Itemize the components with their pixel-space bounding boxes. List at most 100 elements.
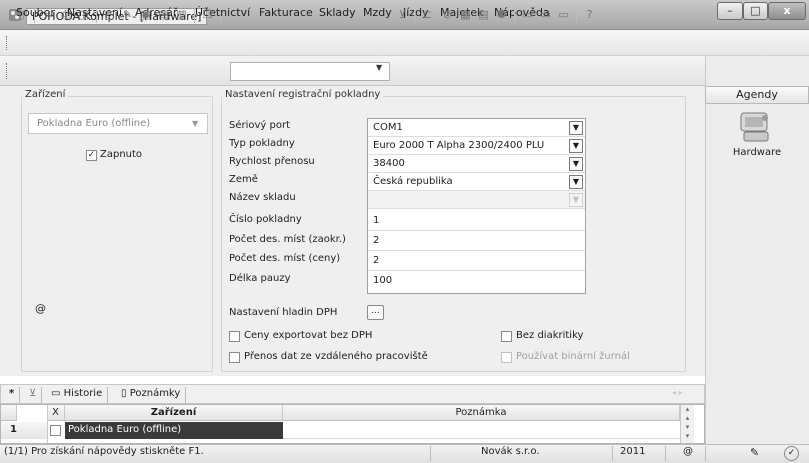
quick-search-input[interactable] <box>230 62 390 81</box>
historie-icon: ▭ <box>51 388 64 399</box>
status-divider <box>430 446 431 461</box>
menu-fakturace[interactable]: Fakturace <box>259 6 313 22</box>
toolbar-separator <box>414 8 415 23</box>
header-poznamka[interactable]: Poznámka <box>283 405 680 421</box>
export-no-vat-checkbox[interactable] <box>229 331 240 342</box>
link-icon[interactable]: ⊘ <box>440 8 455 22</box>
settings-legend: Nastavení registrační pokladny <box>222 89 384 100</box>
print-icon[interactable]: ⎙ <box>58 8 73 22</box>
field-value-nazev-skladu[interactable] <box>368 191 585 209</box>
zarizeni-legend: Zařízení <box>22 89 69 100</box>
pen-icon[interactable]: ✎ <box>750 446 759 459</box>
tab-poznamky-label: Poznámky <box>129 388 181 399</box>
field-value-delka-pauzy[interactable]: 100 <box>368 271 585 291</box>
remote-transfer-checkbox[interactable] <box>229 352 240 363</box>
no-diacritics-label: Bez diakritiky <box>516 330 584 341</box>
header-zarizeni[interactable]: Zařízení <box>65 405 283 421</box>
status-year: 2011 <box>620 446 646 457</box>
calendar-icon[interactable]: ▦ <box>458 8 473 22</box>
tab-star[interactable]: * <box>4 387 21 403</box>
users-icon[interactable]: ⚉ <box>494 8 509 22</box>
binary-journal-checkbox[interactable] <box>501 352 512 363</box>
field-value-seriovy-port[interactable]: COM1 <box>368 119 585 137</box>
zapnuto-label: Zapnuto <box>100 149 143 160</box>
vat-levels-button[interactable]: ... <box>367 305 384 320</box>
agenda-icon[interactable]: ▯ <box>14 8 29 22</box>
chevron-down-icon[interactable]: ▼ <box>569 139 583 153</box>
status-help: (1/1) Pro získání nápovědy stiskněte F1. <box>4 446 204 457</box>
header-x[interactable]: X <box>47 405 65 421</box>
help-icon[interactable]: ? <box>582 8 597 22</box>
settings-grid: COM1 Euro 2000 T Alpha 2300/2400 PLU 384… <box>367 118 586 294</box>
edit-icon[interactable]: ✎ <box>120 8 135 22</box>
row-zarizeni[interactable]: Pokladna Euro (offline) <box>65 422 283 439</box>
check-icon[interactable]: ✓ <box>784 446 799 461</box>
vat-levels-label: Nastavení hladin DPH <box>229 307 338 318</box>
form-icon[interactable]: ▭ <box>556 8 571 22</box>
field-value-rychlost[interactable]: 38400 <box>368 155 585 173</box>
field-value-des-mist-ceny[interactable]: 2 <box>368 251 585 271</box>
toolbar-separator <box>34 8 35 23</box>
copy-icon[interactable]: ❐ <box>200 8 215 22</box>
field-label-des-mist-zaokr: Počet des. míst (zaokr.) <box>229 234 346 245</box>
zapnuto-checkbox[interactable]: ✓ <box>86 150 97 161</box>
chevron-down-icon[interactable]: ▼ <box>569 193 583 207</box>
menu-sklady[interactable]: Sklady <box>319 6 356 22</box>
field-label-des-mist-ceny: Počet des. míst (ceny) <box>229 253 341 264</box>
tab-historie-label: Historie <box>63 388 103 399</box>
menu-grip <box>6 36 8 50</box>
export-no-vat-label: Ceny exportovat bez DPH <box>244 330 373 341</box>
toolbar-separator <box>514 8 515 23</box>
toolbar-separator <box>96 8 97 23</box>
agendy-item-hardware[interactable]: Hardware <box>705 147 809 158</box>
row-number: 1 <box>1 422 47 439</box>
cancel-icon[interactable]: ▤ <box>156 8 171 22</box>
calculator-icon[interactable]: ▤ <box>476 8 491 22</box>
chevron-down-icon[interactable]: ▼ <box>192 119 198 128</box>
delete-icon[interactable]: ▥ <box>174 8 189 22</box>
minimize-button[interactable]: – <box>717 2 743 20</box>
maximize-button[interactable]: □ <box>743 2 768 20</box>
grid-line <box>47 405 48 443</box>
field-value-cislo-pokladny[interactable]: 1 <box>368 211 585 231</box>
folder-icon[interactable]: ⊏ <box>420 8 435 22</box>
tab-scroll-arrows[interactable]: ◂ ▸ <box>672 388 683 397</box>
field-value-des-mist-zaokr[interactable]: 2 <box>368 231 585 251</box>
tab-filter[interactable]: ⊻ <box>24 387 43 403</box>
status-divider <box>705 446 706 461</box>
preview-icon[interactable]: ◫ <box>76 8 91 22</box>
no-diacritics-checkbox[interactable] <box>501 331 512 342</box>
status-company: Novák s.r.o. <box>481 446 540 457</box>
filter-icon[interactable]: ⊻ <box>395 8 410 22</box>
field-value-zeme[interactable]: Česká republika <box>368 173 585 191</box>
agendy-header: Agendy <box>705 86 809 104</box>
chevron-down-icon[interactable]: ▼ <box>569 175 583 189</box>
field-value-typ-pokladny[interactable]: Euro 2000 T Alpha 2300/2400 PLU <box>368 137 585 155</box>
status-at-icon: @ <box>683 446 693 457</box>
field-label-delka-pauzy: Délka pauzy <box>229 273 291 284</box>
row-checkbox[interactable] <box>50 425 61 436</box>
device-select-value: Pokladna Euro (offline) <box>37 118 151 129</box>
note-icon: ▯ <box>121 388 130 399</box>
list-icon[interactable]: ▭ <box>538 8 553 22</box>
new-record-icon[interactable]: ▢ <box>102 8 117 22</box>
zarizeni-group <box>21 96 213 372</box>
toolbar-separator <box>576 8 577 23</box>
table-scrollbar[interactable]: ▴ ▴ ▾ ▾ <box>680 405 694 443</box>
binary-journal-label: Používat binární žurnál <box>516 351 630 362</box>
menu-mzdy[interactable]: Mzdy <box>363 6 392 22</box>
search-icon[interactable]: ⌕ <box>40 8 55 22</box>
hardware-icon[interactable] <box>738 110 774 144</box>
device-select[interactable]: Pokladna Euro (offline) <box>28 113 208 134</box>
chevron-down-icon[interactable]: ▼ <box>569 157 583 171</box>
chevron-down-icon[interactable]: ▼ <box>569 121 583 135</box>
close-button[interactable]: x <box>768 2 806 20</box>
field-label-rychlost: Rychlost přenosu <box>229 156 315 167</box>
tab-poznamky[interactable]: ▯ Poznámky <box>116 387 187 403</box>
tab-historie[interactable]: ▭ Historie <box>46 387 109 403</box>
row-poznamka[interactable] <box>283 422 680 439</box>
field-label-nazev-skladu: Název skladu <box>229 192 296 203</box>
window-icon[interactable]: ▭ <box>520 8 535 22</box>
chevron-down-icon[interactable]: ▼ <box>376 63 382 72</box>
save-icon[interactable]: ▣ <box>138 8 153 22</box>
